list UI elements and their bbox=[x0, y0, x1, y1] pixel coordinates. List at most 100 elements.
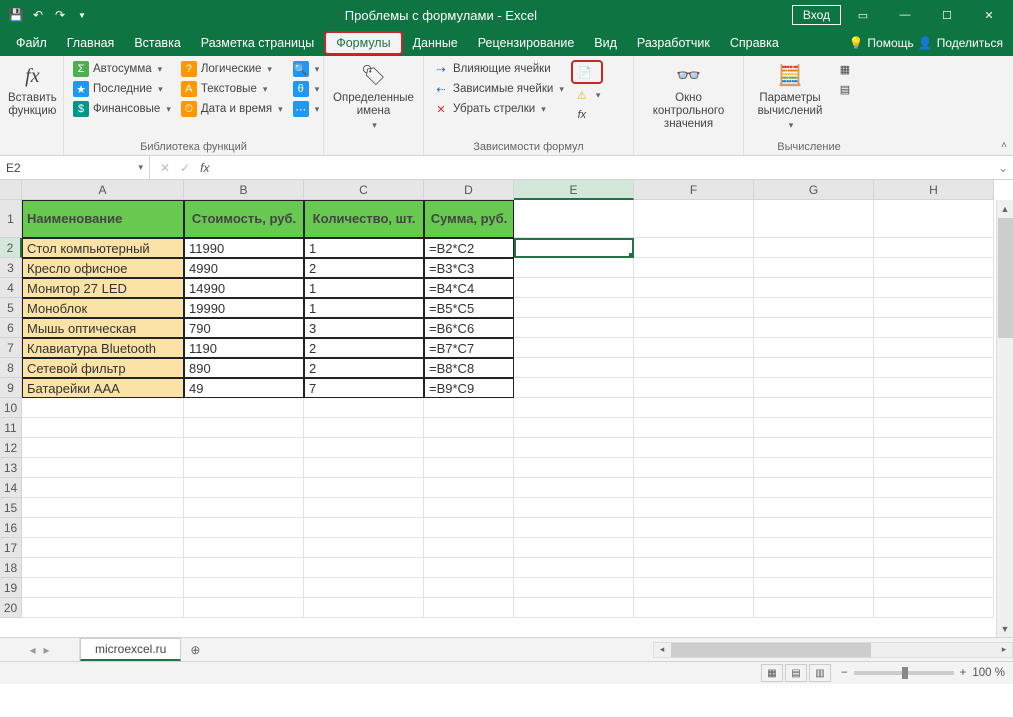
scroll-left-icon[interactable]: ◂ bbox=[654, 644, 670, 655]
cell-empty[interactable] bbox=[874, 518, 994, 538]
row-head-2[interactable]: 2 bbox=[0, 238, 22, 258]
confirm-formula-icon[interactable]: ✓ bbox=[180, 161, 190, 175]
recent-button[interactable]: ★Последние▾ bbox=[70, 80, 174, 98]
cell-B2[interactable]: 11990 bbox=[184, 238, 304, 258]
cell-A6[interactable]: Мышь оптическая bbox=[22, 318, 184, 338]
cell-C6[interactable]: 3 bbox=[304, 318, 424, 338]
cell-B7[interactable]: 1190 bbox=[184, 338, 304, 358]
cell-empty[interactable] bbox=[424, 538, 514, 558]
formula-input[interactable] bbox=[219, 156, 993, 179]
cell-empty[interactable] bbox=[514, 478, 634, 498]
cell-empty[interactable] bbox=[754, 538, 874, 558]
zoom-out-button[interactable]: − bbox=[841, 667, 848, 679]
error-check-button[interactable]: ⚠▾ bbox=[571, 86, 604, 104]
row-head-11[interactable]: 11 bbox=[0, 418, 22, 438]
cell-empty[interactable] bbox=[874, 578, 994, 598]
horizontal-scrollbar[interactable]: ◂ ▸ bbox=[653, 642, 1013, 658]
name-box[interactable]: E2▾ bbox=[0, 156, 150, 179]
zoom-level[interactable]: 100 % bbox=[972, 667, 1005, 679]
row-head-5[interactable]: 5 bbox=[0, 298, 22, 318]
cell-empty[interactable] bbox=[304, 458, 424, 478]
cell-empty[interactable] bbox=[754, 438, 874, 458]
show-formulas-button[interactable]: 📄 bbox=[574, 63, 601, 81]
cell-empty[interactable] bbox=[184, 478, 304, 498]
cell-empty[interactable] bbox=[304, 398, 424, 418]
cell-empty[interactable] bbox=[184, 458, 304, 478]
cell-empty[interactable] bbox=[874, 598, 994, 618]
cell-empty[interactable] bbox=[754, 458, 874, 478]
cell-D2[interactable]: =B2*C2 bbox=[424, 238, 514, 258]
cell-empty[interactable] bbox=[304, 538, 424, 558]
cell-empty[interactable] bbox=[634, 358, 754, 378]
cell-D8[interactable]: =B8*C8 bbox=[424, 358, 514, 378]
cell-B6[interactable]: 790 bbox=[184, 318, 304, 338]
cell-empty[interactable] bbox=[634, 318, 754, 338]
cell-empty[interactable] bbox=[424, 498, 514, 518]
row-head-7[interactable]: 7 bbox=[0, 338, 22, 358]
cell-empty[interactable] bbox=[874, 318, 994, 338]
cell-B8[interactable]: 890 bbox=[184, 358, 304, 378]
row-head-1[interactable]: 1 bbox=[0, 200, 22, 238]
cell-empty[interactable] bbox=[22, 438, 184, 458]
cell-empty[interactable] bbox=[184, 598, 304, 618]
menu-home[interactable]: Главная bbox=[57, 30, 125, 56]
trace-dependents-button[interactable]: ⇠Зависимые ячейки▾ bbox=[430, 80, 567, 98]
cell-empty[interactable] bbox=[22, 458, 184, 478]
defined-names-button[interactable]: 🏷 Определенные имена▾ bbox=[344, 60, 404, 133]
cell-E3[interactable] bbox=[514, 258, 634, 278]
cell-empty[interactable] bbox=[634, 258, 754, 278]
cell-empty[interactable] bbox=[304, 498, 424, 518]
row-head-19[interactable]: 19 bbox=[0, 578, 22, 598]
col-head-H[interactable]: H bbox=[874, 180, 994, 200]
cell-empty[interactable] bbox=[514, 418, 634, 438]
chevron-down-icon[interactable]: ▾ bbox=[138, 162, 143, 173]
menu-insert[interactable]: Вставка bbox=[124, 30, 190, 56]
cell-empty[interactable] bbox=[634, 518, 754, 538]
row-head-4[interactable]: 4 bbox=[0, 278, 22, 298]
cell-empty[interactable] bbox=[22, 478, 184, 498]
cell-empty[interactable] bbox=[514, 398, 634, 418]
cell-E2[interactable] bbox=[514, 238, 634, 258]
cell-A4[interactable]: Монитор 27 LED bbox=[22, 278, 184, 298]
cell-empty[interactable] bbox=[424, 598, 514, 618]
cell-A7[interactable]: Клавиатура Bluetooth bbox=[22, 338, 184, 358]
cell-empty[interactable] bbox=[874, 438, 994, 458]
cell-C8[interactable]: 2 bbox=[304, 358, 424, 378]
cancel-formula-icon[interactable]: ✕ bbox=[160, 161, 170, 175]
collapse-ribbon-icon[interactable]: ˄ bbox=[1001, 140, 1007, 151]
cell-B4[interactable]: 14990 bbox=[184, 278, 304, 298]
cell-empty[interactable] bbox=[304, 478, 424, 498]
cell-empty[interactable] bbox=[874, 200, 994, 238]
cell-empty[interactable] bbox=[874, 378, 994, 398]
scroll-down-icon[interactable]: ▼ bbox=[997, 620, 1013, 637]
scroll-thumb[interactable] bbox=[998, 218, 1013, 338]
cell-empty[interactable] bbox=[22, 498, 184, 518]
cell-empty[interactable] bbox=[22, 398, 184, 418]
spreadsheet-grid[interactable]: ABCDEFGH1НаименованиеСтоимость, руб.Коли… bbox=[0, 180, 1013, 638]
cell-empty[interactable] bbox=[874, 258, 994, 278]
menu-data[interactable]: Данные bbox=[403, 30, 468, 56]
next-sheet-icon[interactable]: ▸ bbox=[44, 643, 50, 657]
vertical-scrollbar[interactable]: ▲ ▼ bbox=[996, 200, 1013, 637]
cell-empty[interactable] bbox=[424, 518, 514, 538]
undo-icon[interactable]: ↶ bbox=[30, 7, 46, 23]
cell-C3[interactable]: 2 bbox=[304, 258, 424, 278]
row-head-14[interactable]: 14 bbox=[0, 478, 22, 498]
cell-empty[interactable] bbox=[514, 200, 634, 238]
cell-empty[interactable] bbox=[22, 538, 184, 558]
watch-window-button[interactable]: 👓 Окно контрольного значения bbox=[659, 60, 719, 134]
cell-E5[interactable] bbox=[514, 298, 634, 318]
prev-sheet-icon[interactable]: ◂ bbox=[29, 643, 35, 657]
cell-empty[interactable] bbox=[514, 518, 634, 538]
cell-empty[interactable] bbox=[184, 538, 304, 558]
redo-icon[interactable]: ↷ bbox=[52, 7, 68, 23]
fx-bar-icon[interactable]: fx bbox=[200, 161, 209, 175]
cell-empty[interactable] bbox=[184, 418, 304, 438]
cell-empty[interactable] bbox=[754, 278, 874, 298]
cell-empty[interactable] bbox=[424, 418, 514, 438]
cell-empty[interactable] bbox=[184, 578, 304, 598]
cell-empty[interactable] bbox=[514, 538, 634, 558]
cell-empty[interactable] bbox=[184, 518, 304, 538]
save-icon[interactable]: 💾 bbox=[8, 7, 24, 23]
cell-empty[interactable] bbox=[754, 200, 874, 238]
